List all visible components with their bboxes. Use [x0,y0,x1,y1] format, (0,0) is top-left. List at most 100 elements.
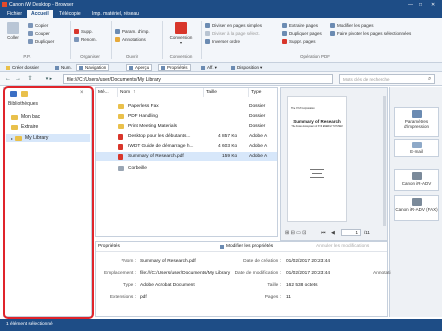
extract-pages-button[interactable]: Extraire pages [282,23,318,28]
file-type: Adobe A [249,134,268,139]
table-row[interactable]: PDF Handling Dossier [96,112,277,121]
layout-label: Disposition [237,65,260,70]
annotations-column-label: Annotati [373,271,391,276]
column-header-type[interactable]: Type [249,88,277,97]
layout-dropdown[interactable]: Disposition ▾ [229,64,264,71]
chevron-down-icon: ▾ [260,64,263,70]
rotate-pages-label: Faire pivoter les pages sélectionnées [337,31,412,36]
table-row[interactable]: Desktop pour les débutants... 4 857 Ko A… [96,132,277,141]
maximize-button[interactable]: □ [419,2,422,8]
size-label: Taille : [267,283,281,288]
conversion-button[interactable]: Conversion ▾ [167,22,195,45]
paste-button[interactable]: Coller [4,22,22,40]
column-header-media[interactable]: Mé... [96,88,118,97]
print-settings-label: Param. d'imp. [122,29,150,34]
library-item-extraire[interactable]: Extraire [11,124,38,130]
view-dropdown[interactable]: Aff. ▾ [199,64,219,71]
tab-fichier[interactable]: Fichier [3,10,26,18]
forward-arrow-icon[interactable]: → [14,75,22,83]
chevron-down-icon: ▾ [214,64,217,70]
properties-toggle[interactable]: Propriétés [158,64,191,71]
tab-accueil[interactable]: Accueil [27,10,53,18]
create-folder-button[interactable]: Créer dossier [4,64,41,71]
column-header-size[interactable]: Taille [204,88,249,97]
file-type: Dossier [249,124,266,129]
copy-button[interactable]: Copier [28,23,48,28]
delete-button[interactable]: Supp. [74,29,93,34]
printer-destination[interactable]: Canon iR-ADV [394,169,439,191]
page-number-input[interactable]: 1 [341,229,361,236]
properties-label: Propriétés [167,65,188,70]
prev-page-icon[interactable]: ◀ [331,230,335,236]
rotate-pages-button[interactable]: Faire pivoter les pages sélectionnées [330,31,411,36]
delete-pages-button[interactable]: Suppr. pages [282,39,316,44]
pdf-convert-icon [175,22,187,34]
scan-button[interactable]: Num. [53,64,74,71]
history-dropdown[interactable]: ▾ ▸ [38,75,60,83]
column-header-name[interactable]: Nom ↑ [118,88,204,97]
annotation-icon [115,37,120,42]
folder-tree-icon[interactable] [21,91,28,97]
cancel-changes-button[interactable]: Annuler les modifications [316,244,369,249]
close-icon[interactable]: × [80,90,84,96]
preview-toggle[interactable]: Aperçu [126,64,153,71]
fax-destination[interactable]: Canon iR-ADV (FAX) [394,195,439,221]
modify-pages-label: Modifier les pages [337,23,374,28]
table-row[interactable]: Paperless Fax Dossier [96,102,277,111]
pages-value: 11 [286,295,291,300]
name-value: Summary of Research.pdf [140,259,196,264]
scissors-icon [28,31,33,36]
duplicate-pages-icon [282,31,287,36]
preview-pane: The XYZ Corporation Summary of Research … [280,87,388,241]
table-row[interactable]: Print Meeting Materials Dossier [96,122,277,131]
rename-button[interactable]: Renom. [74,37,97,42]
split-pages-button[interactable]: Diviser en pages simples [205,23,262,28]
annotations-button[interactable]: Annotations [115,37,146,42]
split-pages-label: Diviser en pages simples [212,23,263,28]
table-row[interactable]: IWDT Guide de démarrage h... 4 603 Ko Ad… [96,142,277,151]
split-at-selected-button[interactable]: Diviser à la page sélect. [205,31,260,36]
trash-icon [118,166,124,171]
modify-pages-button[interactable]: Modifier les pages [330,23,374,28]
path-input[interactable]: file:///C:/Users/user/Documents/My Libra… [63,74,333,84]
file-name: Desktop pour les débutants... [128,134,191,139]
print-settings-button[interactable]: Param. d'imp. [115,29,150,34]
delete-pages-icon [282,39,287,44]
library-item-my-library[interactable]: ▸ My Library [6,134,90,142]
rename-label: Renom. [81,37,97,42]
modify-properties-button[interactable]: Modifier les propriétés [220,244,273,249]
reverse-order-button[interactable]: Inverser ordre [205,39,240,44]
search-input[interactable]: Mots clés de recherche [339,74,435,84]
zoom-controls[interactable]: ⊞ ⊟ ▭ ⊡ [285,230,306,236]
up-folder-icon[interactable]: ⇧ [26,75,34,83]
table-row[interactable]: Corbeille [96,164,277,173]
duplicate-button[interactable]: Dupliquer [28,39,54,44]
document-page-preview[interactable]: The XYZ Corporation Summary of Research … [287,96,347,222]
ribbon-separator [201,21,202,59]
first-page-icon[interactable]: ⏮ [321,230,326,236]
file-type: Adobe A [249,144,268,149]
back-arrow-icon[interactable]: ← [4,75,12,83]
ribbon: Coller Copier Couper Dupliquer P.P. Supp… [0,18,442,63]
library-icon[interactable] [10,91,17,97]
file-size: 159 Ko [222,154,238,159]
cut-button[interactable]: Couper [28,31,50,36]
pdf-icon [118,134,123,140]
preview-scrollbar[interactable] [383,96,386,226]
modified-date-label: Date de modification : [234,271,281,276]
table-row-selected[interactable]: Summary of Research.pdf 159 Ko Adobe A [96,152,277,161]
email-destination[interactable]: E-mail [394,139,439,157]
copy-icon [28,23,33,28]
tab-telecopie[interactable]: Télécopie [55,10,85,18]
duplicate-pages-button[interactable]: Dupliquer pages [282,31,322,36]
tab-imp-materiel[interactable]: Imp. matériel, réseau [88,10,143,18]
navigation-toggle[interactable]: Navigation [76,64,110,71]
group-organiser: Organiser [80,54,100,59]
library-item-mon-bac[interactable]: Mon bac [11,114,40,120]
print-settings-destination[interactable]: Paramètres d'impression [394,107,439,137]
minimize-button[interactable]: — [408,2,413,8]
close-button[interactable]: ✕ [431,2,435,8]
search-icon[interactable]: ⌕ [428,76,431,83]
email-icon [411,142,422,148]
group-pp: P.P. [23,54,31,59]
